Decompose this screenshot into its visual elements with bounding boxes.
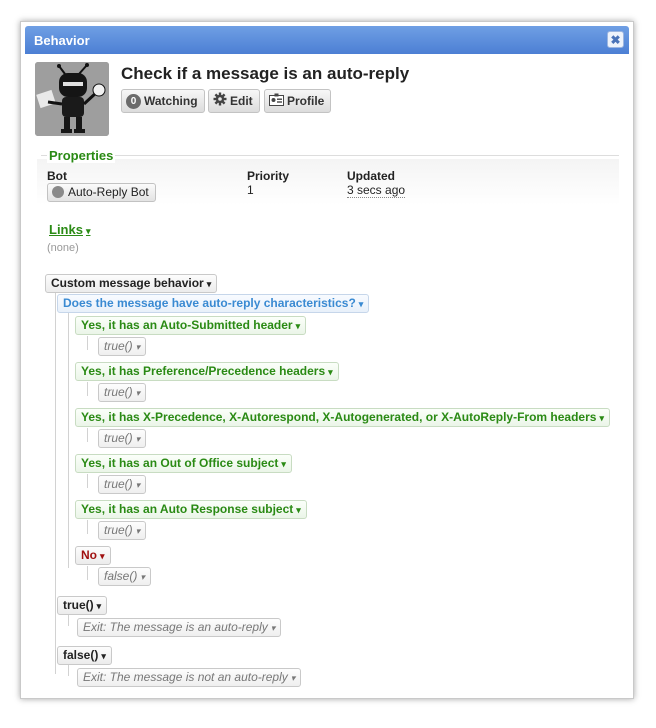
chevron-down-icon: ▾ <box>135 388 141 398</box>
dialog-title: Behavior <box>34 33 90 48</box>
updated-value: 3 secs ago <box>347 183 406 198</box>
watcher-count-badge: 0 <box>126 94 141 110</box>
profile-button[interactable]: Profile <box>264 89 332 113</box>
branch-label: Yes, it has X-Precedence, X-Autorespond,… <box>81 410 597 424</box>
priority-value: 1 <box>247 183 254 197</box>
exit-auto-reply-label: Exit: The message is an auto-reply <box>83 620 268 634</box>
outcome-true-label: true() <box>63 598 94 612</box>
links-label: Links <box>49 222 83 237</box>
tree-line-branch <box>87 520 88 534</box>
root-behavior-node[interactable]: Custom message behavior ▾ <box>45 274 218 293</box>
close-icon: ✖ <box>610 33 621 47</box>
tree-line-branch <box>87 566 88 580</box>
watching-button[interactable]: 0 Watching <box>121 89 205 113</box>
branch-result-action[interactable]: false() ▾ <box>98 567 151 586</box>
profile-card-icon <box>269 91 284 113</box>
bot-header: Bot <box>47 169 67 183</box>
branch-result-action[interactable]: true() ▾ <box>98 383 147 402</box>
branch-result-label: true() <box>104 339 133 353</box>
outcome-false-label: false() <box>63 648 99 662</box>
robot-icon <box>52 186 64 198</box>
branch-auto-response[interactable]: Yes, it has an Auto Response subject ▾ <box>75 500 307 519</box>
chevron-down-icon: ▾ <box>100 551 105 561</box>
tree-line-branch <box>87 382 88 396</box>
outcome-false-node[interactable]: false() ▾ <box>57 646 112 665</box>
updated-header: Updated <box>347 169 395 183</box>
exit-not-auto-reply-label: Exit: The message is not an auto-reply <box>83 670 288 684</box>
updated-value-wrap: 3 secs ago <box>347 183 406 198</box>
chevron-down-icon: ▾ <box>206 279 212 289</box>
branch-result-label: true() <box>104 385 133 399</box>
decision-question-node[interactable]: Does the message have auto-reply charact… <box>57 294 370 313</box>
branch-auto-submitted[interactable]: Yes, it has an Auto-Submitted header ▾ <box>75 316 307 335</box>
outcome-true-node[interactable]: true() ▾ <box>57 596 108 615</box>
robot-icon <box>35 62 109 136</box>
chevron-down-icon: ▾ <box>101 651 106 661</box>
tree-line-question <box>68 313 69 568</box>
watching-label: Watching <box>144 94 198 108</box>
exit-auto-reply-action[interactable]: Exit: The message is an auto-reply ▾ <box>77 618 282 637</box>
links-empty: (none) <box>47 242 79 254</box>
branch-precedence[interactable]: Yes, it has Preference/Precedence header… <box>75 362 339 381</box>
tree-line-branch <box>87 336 88 350</box>
bot-name: Auto-Reply Bot <box>68 185 149 199</box>
bot-avatar <box>35 62 109 136</box>
branch-out-of-office[interactable]: Yes, it has an Out of Office subject ▾ <box>75 454 292 473</box>
branch-result-label: true() <box>104 431 133 445</box>
chevron-down-icon: ▾ <box>135 434 141 444</box>
close-button[interactable]: ✖ <box>607 31 624 48</box>
branch-result-label: true() <box>104 477 133 491</box>
properties-divider <box>41 155 619 156</box>
branch-label: Yes, it has an Out of Office subject <box>81 456 279 470</box>
chevron-down-icon: ▾ <box>295 321 301 331</box>
bot-chip[interactable]: Auto-Reply Bot <box>47 183 156 202</box>
dialog-titlebar: Behavior ✖ <box>25 26 629 54</box>
branch-result-label: true() <box>104 523 133 537</box>
properties-heading: Properties <box>47 148 116 163</box>
branch-result-action[interactable]: true() ▾ <box>98 337 147 356</box>
chevron-down-icon: ▾ <box>328 367 333 377</box>
chevron-down-icon: ▾ <box>358 299 364 309</box>
decision-question-label: Does the message have auto-reply charact… <box>63 296 356 310</box>
chevron-down-icon: ▾ <box>135 526 141 536</box>
branch-result-label: false() <box>104 569 138 583</box>
edit-button[interactable]: Edit <box>208 89 260 113</box>
exit-not-auto-reply-action[interactable]: Exit: The message is not an auto-reply ▾ <box>77 668 302 687</box>
branch-result-action[interactable]: true() ▾ <box>98 475 147 494</box>
branch-label: Yes, it has an Auto Response subject <box>81 502 294 516</box>
gear-icon <box>213 91 227 113</box>
branch-result-action[interactable]: true() ▾ <box>98 521 147 540</box>
profile-label: Profile <box>287 94 325 108</box>
behavior-dialog: Behavior ✖ Check if a message is an auto… <box>20 21 634 699</box>
chevron-down-icon: ▾ <box>140 572 145 582</box>
chevron-down-icon: ▾ <box>85 226 91 236</box>
page-title: Check if a message is an auto-reply <box>121 64 410 83</box>
chevron-down-icon: ▾ <box>270 623 276 633</box>
branch-result-action[interactable]: true() ▾ <box>98 429 147 448</box>
chevron-down-icon: ▾ <box>290 673 296 683</box>
chevron-down-icon: ▾ <box>281 459 286 469</box>
tree-line-root <box>55 292 56 674</box>
branch-x-headers[interactable]: Yes, it has X-Precedence, X-Autorespond,… <box>75 408 610 427</box>
tree-line-branch <box>87 474 88 488</box>
chevron-down-icon: ▾ <box>96 601 102 611</box>
chevron-down-icon: ▾ <box>135 480 141 490</box>
edit-label: Edit <box>230 94 253 108</box>
chevron-down-icon: ▾ <box>135 342 141 352</box>
links-toggle[interactable]: Links ▾ <box>49 222 91 237</box>
chevron-down-icon: ▾ <box>296 505 301 515</box>
tree-line-branch <box>87 428 88 442</box>
root-behavior-label: Custom message behavior <box>51 276 204 290</box>
branch-label: Yes, it has an Auto-Submitted header <box>81 318 293 332</box>
branch-no[interactable]: No ▾ <box>75 546 111 565</box>
branch-label: Yes, it has Preference/Precedence header… <box>81 364 326 378</box>
branch-label: No <box>81 548 97 562</box>
chevron-down-icon: ▾ <box>599 413 604 423</box>
priority-header: Priority <box>247 169 290 183</box>
